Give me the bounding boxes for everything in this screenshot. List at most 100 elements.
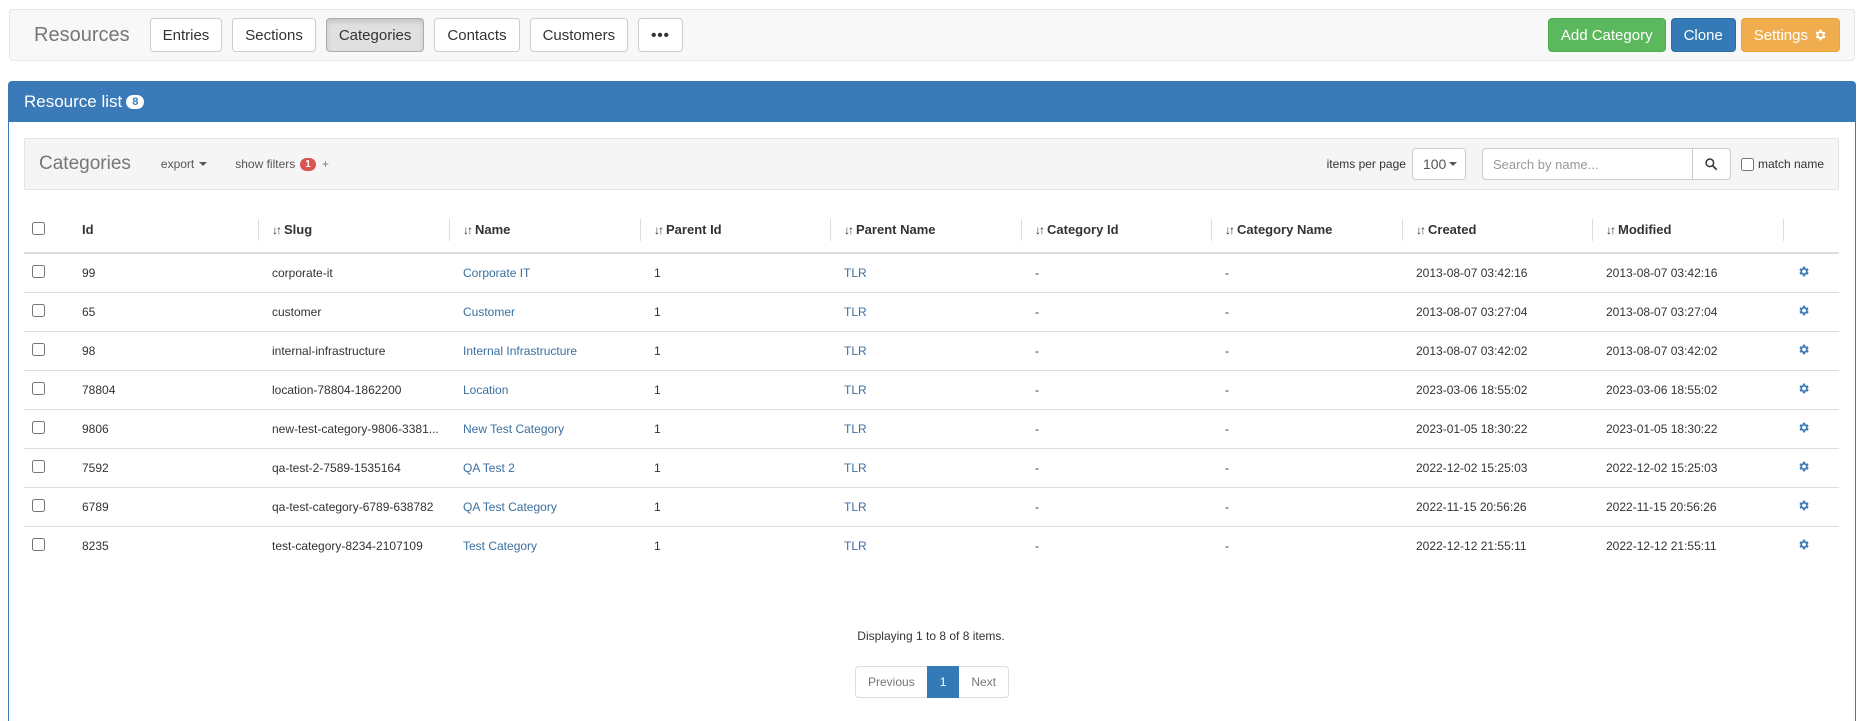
row-select-cell bbox=[24, 291, 68, 331]
row-actions-cell bbox=[1783, 408, 1839, 448]
page-1-button[interactable]: 1 bbox=[926, 666, 960, 698]
settings-label: Settings bbox=[1753, 26, 1808, 44]
search-input[interactable] bbox=[1481, 148, 1693, 180]
table-row: 99 corporate-it Corporate IT 1 TLR - -2013-08-… bbox=[24, 253, 1839, 292]
header-parent-id[interactable]: ↓↑ Parent Id bbox=[640, 207, 830, 254]
select-all-checkbox[interactable] bbox=[32, 221, 45, 235]
cell-parent-name-link[interactable]: TLR bbox=[830, 253, 1021, 292]
header-category-name[interactable]: ↓↑ Category Name bbox=[1211, 207, 1402, 254]
row-select-cell bbox=[24, 253, 68, 292]
table-body: 99 corporate-it Corporate IT 1 TLR - -2013-08-… bbox=[24, 253, 1839, 565]
plus-icon: + bbox=[321, 157, 329, 171]
cell-name-link[interactable]: Internal Infrastructure bbox=[449, 330, 640, 370]
navbar-actions: Add Category Clone Settings bbox=[1543, 18, 1840, 52]
header-id[interactable]: Id bbox=[68, 207, 258, 254]
row-settings-gear-icon[interactable] bbox=[1797, 539, 1810, 554]
row-checkbox[interactable] bbox=[32, 342, 45, 356]
row-settings-gear-icon[interactable] bbox=[1797, 422, 1810, 437]
add-category-button[interactable]: Add Category bbox=[1547, 18, 1666, 52]
match-name-option[interactable]: match name bbox=[1740, 157, 1824, 171]
search-button[interactable] bbox=[1692, 148, 1731, 180]
sort-icon: ↓↑ bbox=[654, 223, 664, 237]
row-checkbox[interactable] bbox=[32, 303, 45, 317]
table-row: 7592 qa-test-2-7589-1535164 QA Test 2 1 TLR -… bbox=[24, 447, 1839, 487]
cell-slug: test-category-8234-2107109 bbox=[258, 525, 449, 565]
sort-icon: ↓↑ bbox=[1416, 223, 1426, 237]
row-settings-gear-icon[interactable] bbox=[1797, 461, 1810, 476]
cell-category-name: - bbox=[1211, 408, 1402, 448]
export-dropdown[interactable]: export bbox=[160, 157, 208, 171]
tab-sections[interactable]: Sections bbox=[232, 18, 316, 52]
row-settings-gear-icon[interactable] bbox=[1797, 344, 1810, 359]
cell-parent-name-link[interactable]: TLR bbox=[830, 447, 1021, 487]
cell-parent-name-link[interactable]: TLR bbox=[830, 408, 1021, 448]
header-actions bbox=[1783, 207, 1839, 254]
cell-created: 2022-11-15 20:56:26 bbox=[1402, 486, 1592, 526]
cell-name-link[interactable]: QA Test 2 bbox=[449, 447, 640, 487]
show-filters-label: show filters bbox=[235, 157, 296, 171]
cell-slug: corporate-it bbox=[272, 265, 333, 280]
cell-parent-name-link[interactable]: TLR bbox=[830, 330, 1021, 370]
caret-down-icon bbox=[199, 162, 208, 166]
row-checkbox[interactable] bbox=[32, 537, 45, 551]
header-name[interactable]: ↓↑ Name bbox=[449, 207, 640, 254]
cell-parent-name-link[interactable]: TLR bbox=[830, 525, 1021, 565]
cell-parent-name-link[interactable]: TLR bbox=[830, 291, 1021, 331]
cell-id: 9806 bbox=[68, 408, 258, 448]
items-per-page-label: items per page bbox=[1326, 157, 1406, 171]
cell-name-link[interactable]: Test Category bbox=[449, 525, 640, 565]
table-row: 9806 new-test-category-9806-3381... New Te… bbox=[24, 408, 1839, 448]
tab-contacts[interactable]: Contacts bbox=[434, 18, 520, 52]
items-per-page-value: 100 bbox=[1422, 156, 1447, 172]
cell-created: 2013-08-07 03:42:16 bbox=[1416, 265, 1528, 280]
more-menu-button[interactable]: ••• bbox=[638, 18, 683, 52]
cell-created: 2022-12-12 21:55:11 bbox=[1402, 525, 1592, 565]
row-actions-cell bbox=[1783, 525, 1839, 565]
clone-button[interactable]: Clone bbox=[1670, 18, 1736, 52]
cell-name-link[interactable]: Corporate IT bbox=[449, 253, 640, 292]
items-per-page-select[interactable]: 100 bbox=[1411, 148, 1466, 180]
match-name-checkbox[interactable] bbox=[1740, 157, 1754, 171]
previous-page-button[interactable]: Previous bbox=[855, 666, 927, 698]
cell-parent-name-link[interactable]: TLR bbox=[830, 369, 1021, 409]
cell-parent-name-link[interactable]: TLR bbox=[830, 486, 1021, 526]
row-checkbox[interactable] bbox=[32, 381, 45, 395]
cell-category-name: - bbox=[1211, 525, 1402, 565]
cell-id: 65 bbox=[68, 291, 258, 331]
row-checkbox[interactable] bbox=[32, 264, 45, 278]
sort-icon: ↓↑ bbox=[463, 223, 473, 237]
cell-slug: internal-infrastructure bbox=[258, 330, 449, 370]
cell-name-link[interactable]: Location bbox=[449, 369, 640, 409]
tab-customers[interactable]: Customers bbox=[529, 18, 629, 52]
cell-name-link[interactable]: QA Test Category bbox=[449, 486, 640, 526]
row-settings-gear-icon[interactable] bbox=[1797, 500, 1810, 515]
row-settings-gear-icon[interactable] bbox=[1797, 266, 1810, 281]
cell-category-id: - bbox=[1035, 265, 1039, 280]
cell-modified: 2022-11-15 20:56:26 bbox=[1592, 486, 1783, 526]
header-created[interactable]: ↓↑ Created bbox=[1402, 207, 1592, 254]
tab-categories[interactable]: Categories bbox=[325, 18, 425, 52]
table-row: 8235 test-category-8234-2107109 Test Categ… bbox=[24, 525, 1839, 565]
export-label: export bbox=[160, 157, 195, 171]
row-settings-gear-icon[interactable] bbox=[1797, 383, 1810, 398]
header-slug[interactable]: ↓↑ Slug bbox=[258, 207, 449, 254]
toolbar-right: items per page 100 match name bbox=[1327, 148, 1824, 180]
add-category-label: Add Category bbox=[1560, 26, 1653, 44]
row-checkbox[interactable] bbox=[32, 459, 45, 473]
row-checkbox[interactable] bbox=[32, 498, 45, 512]
cell-name-link[interactable]: Customer bbox=[449, 291, 640, 331]
cell-parent-id: 1 bbox=[640, 525, 830, 565]
row-actions-cell bbox=[1783, 369, 1839, 409]
show-filters-toggle[interactable]: show filters 1 + bbox=[235, 157, 329, 171]
header-category-id[interactable]: ↓↑ Category Id bbox=[1021, 207, 1211, 254]
next-page-button[interactable]: Next bbox=[959, 666, 1010, 698]
header-modified[interactable]: ↓↑ Modified bbox=[1592, 207, 1783, 254]
row-settings-gear-icon[interactable] bbox=[1797, 305, 1810, 320]
header-parent-name[interactable]: ↓↑ Parent Name bbox=[830, 207, 1021, 254]
row-checkbox[interactable] bbox=[32, 420, 45, 434]
cell-parent-id: 1 bbox=[640, 408, 830, 448]
settings-button[interactable]: Settings bbox=[1740, 18, 1840, 52]
cell-created: 2023-03-06 18:55:02 bbox=[1402, 369, 1592, 409]
tab-entries[interactable]: Entries bbox=[149, 18, 223, 52]
cell-name-link[interactable]: New Test Category bbox=[449, 408, 640, 448]
